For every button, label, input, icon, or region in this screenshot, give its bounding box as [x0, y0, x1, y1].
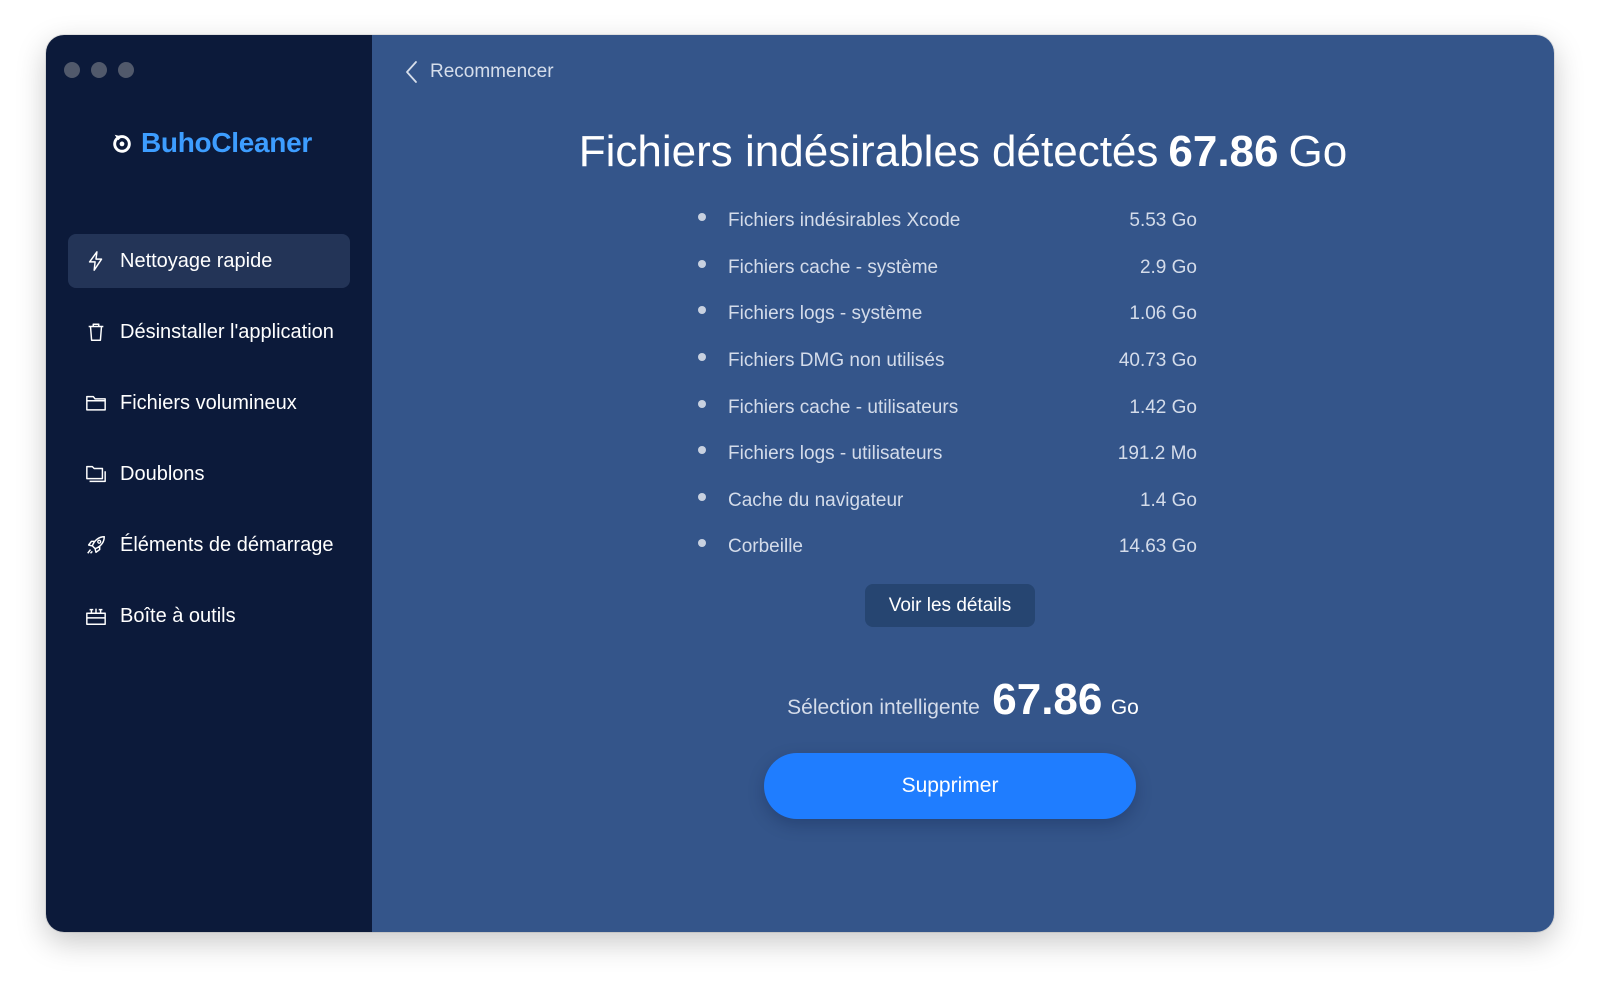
- window-controls: [64, 62, 134, 78]
- sidebar-item-nettoyage-rapide[interactable]: Nettoyage rapide: [68, 234, 350, 288]
- zoom-window-button[interactable]: [118, 62, 134, 78]
- chevron-left-icon: [406, 61, 417, 83]
- list-item: Cache du navigateur 1.4 Go: [697, 478, 1197, 525]
- rocket-icon: [84, 533, 108, 557]
- bullet-icon: [698, 492, 706, 501]
- app-name: BuhoCleaner: [141, 127, 312, 158]
- smart-selection: Sélection intelligente 67.86 Go: [372, 675, 1554, 725]
- list-item: Fichiers indésirables Xcode 5.53 Go: [697, 198, 1197, 245]
- back-label: Recommencer: [430, 61, 554, 82]
- item-label: Fichiers logs - système: [728, 303, 923, 325]
- item-size: 1.42 Go: [1129, 396, 1197, 418]
- list-item: Fichiers cache - utilisateurs 1.42 Go: [697, 384, 1197, 431]
- item-size: 191.2 Mo: [1117, 443, 1197, 465]
- sidebar-item-desinstaller[interactable]: Désinstaller l'application: [68, 305, 350, 359]
- smart-selection-label: Sélection intelligente: [787, 696, 980, 719]
- duplicate-folder-icon: [84, 462, 108, 486]
- item-label: Fichiers logs - utilisateurs: [728, 443, 943, 465]
- bullet-icon: [698, 306, 706, 315]
- sidebar-item-label: Fichiers volumineux: [120, 391, 297, 414]
- sidebar-item-label: Boîte à outils: [120, 604, 236, 627]
- list-item: Fichiers DMG non utilisés 40.73 Go: [697, 338, 1197, 385]
- junk-list: Fichiers indésirables Xcode 5.53 Go Fichi…: [697, 198, 1197, 571]
- item-size: 1.06 Go: [1129, 303, 1197, 325]
- sidebar-nav: Nettoyage rapide Désinstaller l'applicat…: [68, 234, 350, 660]
- view-details-button[interactable]: Voir les détails: [865, 584, 1035, 627]
- item-label: Fichiers DMG non utilisés: [728, 350, 945, 372]
- item-size: 40.73 Go: [1118, 350, 1197, 372]
- toolbox-icon: [84, 604, 108, 628]
- bullet-icon: [698, 399, 706, 408]
- list-item: Corbeille 14.63 Go: [697, 524, 1197, 571]
- bullet-icon: [698, 446, 706, 455]
- back-button[interactable]: Recommencer: [404, 59, 554, 85]
- app-window: BuhoCleaner Nettoyage rapide Désinstalle…: [46, 35, 1554, 932]
- item-label: Fichiers cache - système: [728, 256, 939, 278]
- smart-selection-value: 67.86: [992, 675, 1103, 724]
- buho-logo-icon: [113, 134, 131, 153]
- list-item: Fichiers logs - système 1.06 Go: [697, 291, 1197, 338]
- sidebar-item-boite-outils[interactable]: Boîte à outils: [68, 589, 350, 643]
- item-label: Corbeille: [728, 536, 803, 558]
- sidebar-item-label: Désinstaller l'application: [120, 320, 334, 343]
- sidebar-item-label: Nettoyage rapide: [120, 249, 273, 272]
- sidebar: BuhoCleaner Nettoyage rapide Désinstalle…: [46, 35, 372, 932]
- smart-selection-unit: Go: [1110, 696, 1139, 719]
- item-size: 1.4 Go: [1139, 489, 1197, 511]
- item-label: Cache du navigateur: [728, 489, 904, 511]
- sidebar-item-label: Doublons: [120, 462, 205, 485]
- item-size: 5.53 Go: [1129, 210, 1197, 232]
- sidebar-item-fichiers-volumineux[interactable]: Fichiers volumineux: [68, 376, 350, 430]
- delete-button[interactable]: Supprimer: [764, 753, 1136, 819]
- page-title: Fichiers indésirables détectés 67.86 Go: [372, 127, 1554, 177]
- sidebar-item-label: Éléments de démarrage: [120, 533, 334, 556]
- sidebar-item-elements-demarrage[interactable]: Éléments de démarrage: [68, 518, 350, 572]
- list-item: Fichiers logs - utilisateurs 191.2 Mo: [697, 431, 1197, 478]
- sidebar-item-doublons[interactable]: Doublons: [68, 447, 350, 501]
- bullet-icon: [698, 213, 706, 222]
- item-label: Fichiers indésirables Xcode: [728, 210, 961, 232]
- bullet-icon: [698, 353, 706, 362]
- title-amount: 67.86: [1168, 127, 1279, 176]
- bullet-icon: [698, 259, 706, 268]
- item-size: 2.9 Go: [1139, 256, 1197, 278]
- main-panel: Recommencer Fichiers indésirables détect…: [372, 35, 1554, 932]
- list-item: Fichiers cache - système 2.9 Go: [697, 245, 1197, 292]
- trash-icon: [84, 320, 108, 344]
- brand: BuhoCleaner: [111, 127, 312, 159]
- bullet-icon: [698, 539, 706, 548]
- minimize-window-button[interactable]: [91, 62, 107, 78]
- folder-icon: [84, 391, 108, 415]
- close-window-button[interactable]: [64, 62, 80, 78]
- lightning-icon: [84, 249, 108, 273]
- title-unit: Go: [1288, 127, 1348, 176]
- item-label: Fichiers cache - utilisateurs: [728, 396, 959, 418]
- item-size: 14.63 Go: [1118, 536, 1197, 558]
- title-text: Fichiers indésirables détectés: [578, 127, 1159, 176]
